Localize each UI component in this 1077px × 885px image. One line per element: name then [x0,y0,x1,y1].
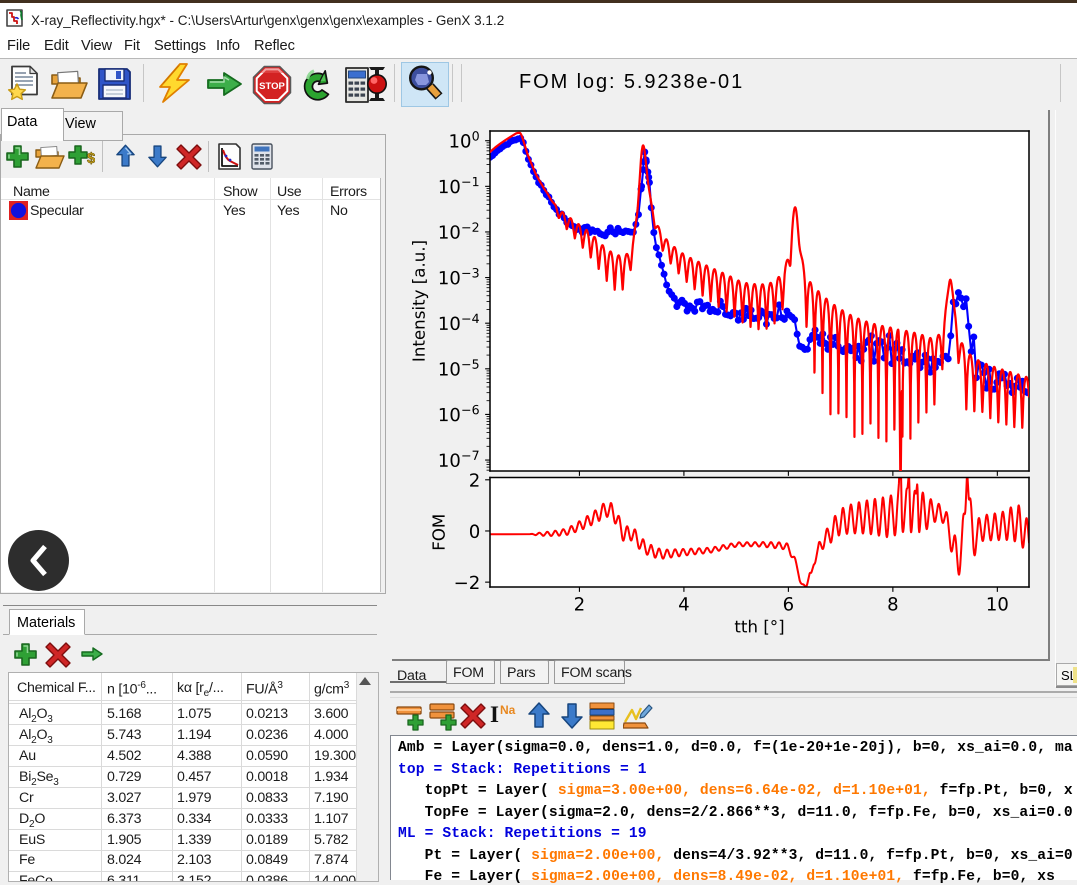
svg-text:$: $ [87,150,95,167]
svg-text:STOP: STOP [259,81,285,92]
